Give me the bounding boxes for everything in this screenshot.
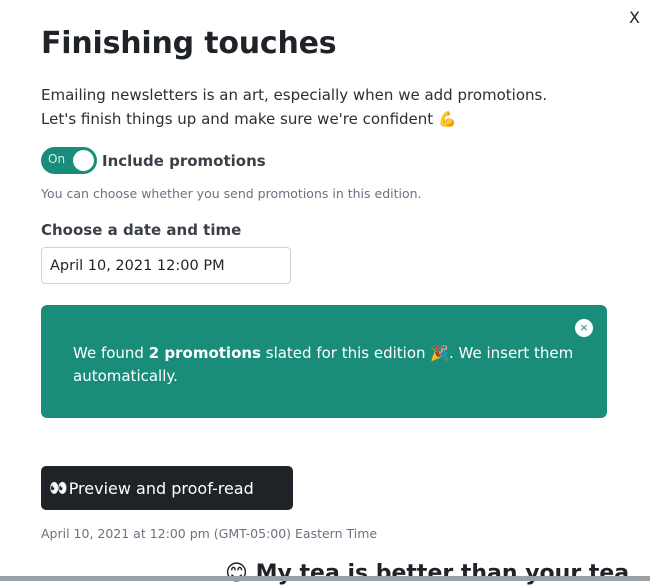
promotions-alert: We found 2 promotions slated for this ed… <box>41 305 607 418</box>
alert-text-middle: slated for this edition <box>260 344 431 362</box>
date-time-input[interactable] <box>41 247 291 284</box>
include-promotions-label: Include promotions <box>102 151 266 170</box>
promotions-helper-text: You can choose whether you send promotio… <box>41 186 422 201</box>
eyes-icon: 👀 <box>49 479 68 497</box>
intro-line-1: Emailing newsletters is an art, especial… <box>41 86 548 104</box>
party-popper-icon: 🎉 <box>430 344 449 362</box>
alert-close-button[interactable]: × <box>575 319 593 337</box>
preview-proofread-button[interactable]: 👀 Preview and proof-read <box>41 466 293 510</box>
toggle-state-label: On <box>48 152 66 166</box>
smiling-face-icon: 😊 <box>225 561 248 586</box>
alert-promotion-count: 2 promotions <box>148 344 261 362</box>
preview-button-label: Preview and proof-read <box>68 478 254 498</box>
peek-headline: My tea is better than your tea <box>255 561 630 586</box>
include-promotions-row: On Include promotions <box>41 147 266 174</box>
date-time-label: Choose a date and time <box>41 221 242 239</box>
page-title: Finishing touches <box>41 26 337 61</box>
close-button[interactable]: X <box>629 8 640 28</box>
alert-text-prefix: We found <box>73 344 149 362</box>
toggle-knob <box>73 150 94 171</box>
intro-line-2: Let's finish things up and make sure we'… <box>41 110 434 128</box>
intro-text: Emailing newsletters is an art, especial… <box>41 83 601 131</box>
flexed-biceps-icon: 💪 <box>437 110 457 128</box>
include-promotions-toggle[interactable]: On <box>41 147 97 174</box>
modal-bottom-edge <box>0 576 650 581</box>
newsletter-preview-peek: 😊 My tea is better than your tea <box>225 562 629 586</box>
schedule-timezone-note: April 10, 2021 at 12:00 pm (GMT-05:00) E… <box>41 526 378 541</box>
